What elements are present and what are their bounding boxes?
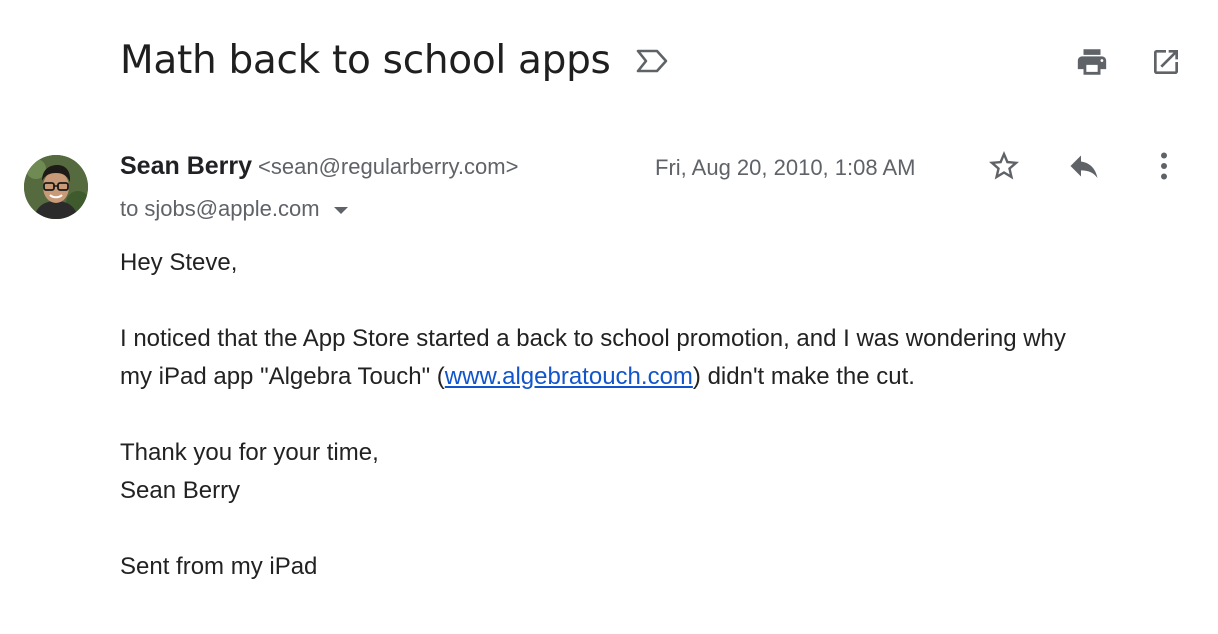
signoff: Thank you for your time, [120,439,379,466]
star-button[interactable] [986,148,1022,184]
body-text: ) didn't make the cut. [692,363,915,390]
star-icon [989,151,1019,180]
print-button[interactable] [1074,44,1110,80]
reply-button[interactable] [1066,148,1102,184]
message-date: Fri, Aug 20, 2010, 1:08 AM [655,155,916,180]
more-options-button[interactable] [1146,148,1182,184]
more-vert-icon [1161,152,1167,180]
greeting: Hey Steve, [120,249,238,276]
print-icon [1077,49,1107,75]
reply-icon [1070,155,1098,178]
body-text: my iPad app "Algebra Touch" ( [120,363,445,390]
open-in-new-window-button[interactable] [1148,44,1184,80]
body-line: I noticed that the App Store started a b… [120,325,1066,352]
to-prefix: to [120,196,139,221]
open-in-new-icon [1154,50,1178,74]
algebratouch-link[interactable]: www.algebratouch.com [445,363,693,390]
email-subject: Math back to school apps [120,38,611,83]
subject-row: Math back to school apps [120,38,669,83]
body-line-with-link: my iPad app "Algebra Touch" (www.algebra… [120,358,1180,396]
label-important-icon[interactable] [635,47,669,75]
sender-row: Sean Berry <sean@regularberry.com> [120,152,518,181]
thread-actions [1074,44,1184,80]
email-view: Math back to school apps Sean Berry <sea… [0,0,1218,634]
recipient-address: sjobs@apple.com [144,196,320,221]
footer-note: Sent from my iPad [120,553,318,580]
recipient-row: to sjobs@apple.com [120,196,348,222]
sender-avatar[interactable] [24,155,88,219]
show-details-caret-icon[interactable] [333,206,348,214]
sender-name[interactable]: Sean Berry [120,152,252,181]
message-actions [986,148,1182,184]
signature: Sean Berry [120,477,241,504]
message-body: Hey Steve, I noticed that the App Store … [120,244,1180,586]
sender-email: <sean@regularberry.com> [258,154,519,179]
